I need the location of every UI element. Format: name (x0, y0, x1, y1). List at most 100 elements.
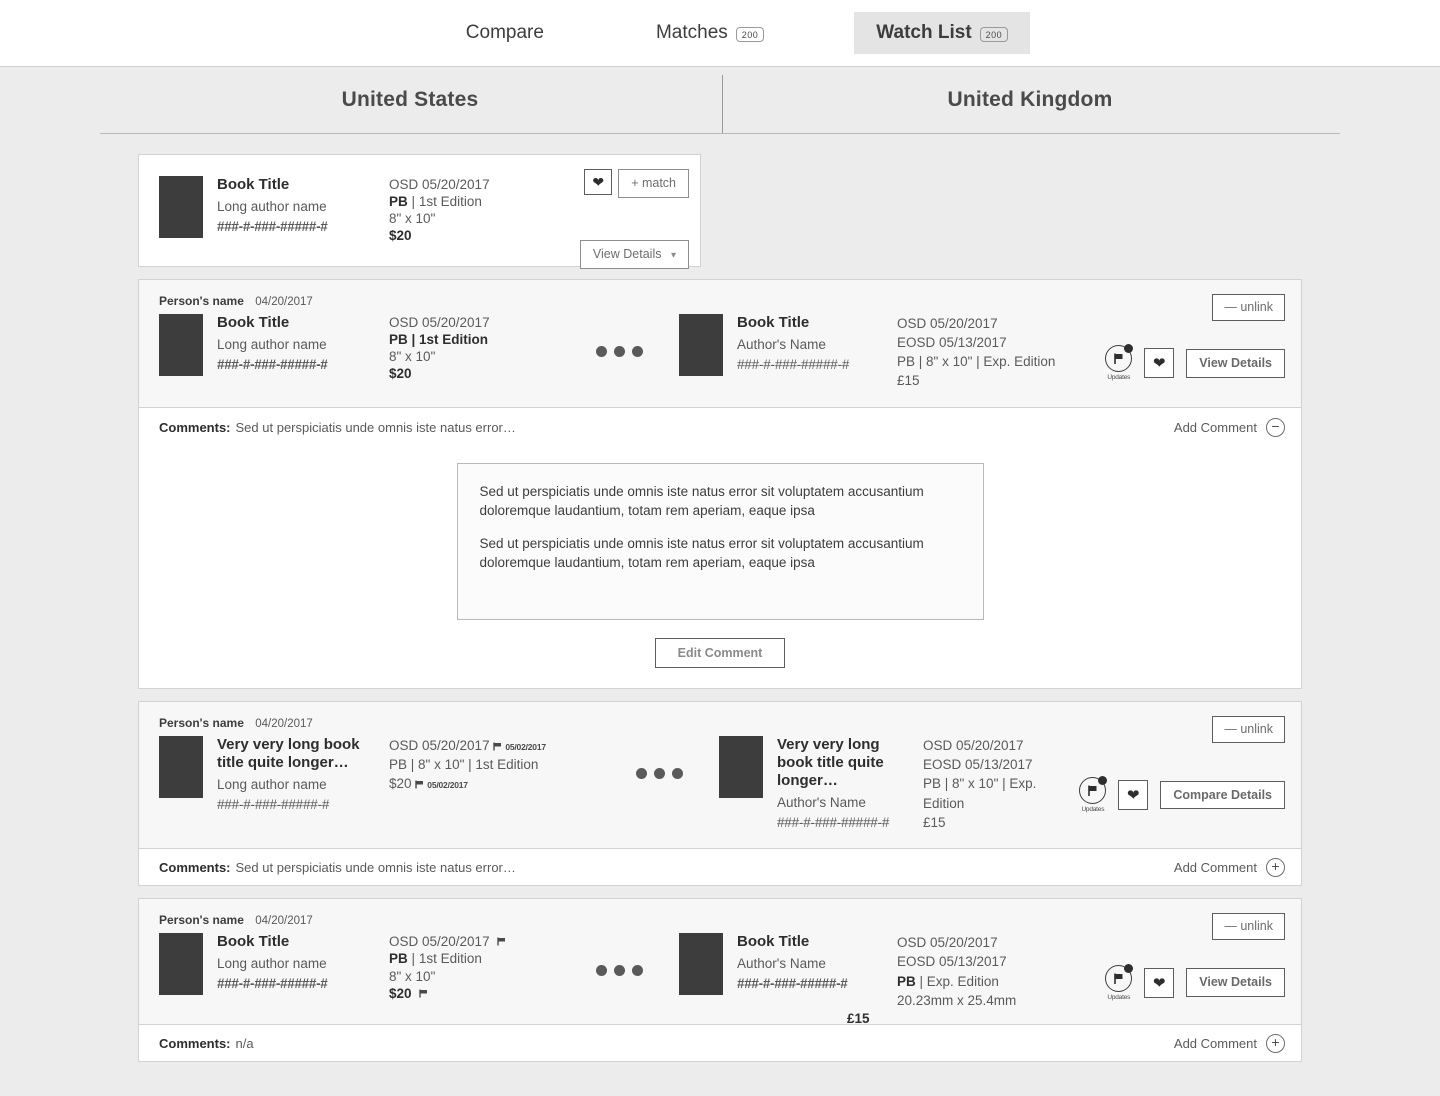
updates-button[interactable]: Updates (1079, 776, 1108, 813)
book-title: Book Title (737, 933, 810, 951)
heart-icon: ❤ (592, 173, 605, 190)
matched-pair-row: Person's name 04/20/2017 — unlink Book T… (138, 898, 1302, 1063)
view-details-button[interactable]: View Details (1186, 349, 1285, 378)
plus-circle-icon: + (1266, 1033, 1285, 1053)
edit-comment-button[interactable]: Edit Comment (654, 637, 786, 669)
book-author: Author's Name (777, 795, 866, 811)
flag-glyph (1088, 785, 1097, 797)
book-title: Book Title (217, 176, 290, 193)
match-connector-dots (559, 933, 679, 977)
comments-label: Comments: (159, 419, 231, 435)
book-price-overflow: £15 (847, 1011, 870, 1027)
unlink-label: unlink (1240, 300, 1273, 314)
dot-icon (631, 965, 643, 977)
tab-watch-list[interactable]: Watch List 200 (854, 12, 1031, 54)
person-date: 04/20/2017 (255, 718, 313, 731)
book-title: Book Title (217, 933, 290, 951)
dot-icon (595, 346, 607, 357)
comments-bar: Comments: Sed ut perspiciatis unde omnis… (139, 406, 1301, 447)
book-metadata: OSD 05/20/2017 05/02/2017 PB | 8" x 10" … (389, 736, 546, 814)
row-person: Person's name 04/20/2017 (139, 913, 1301, 927)
notification-dot-icon (1098, 776, 1108, 786)
updates-button[interactable]: Updates (1105, 344, 1134, 381)
book-title: Book Title (217, 314, 290, 331)
compare-details-button[interactable]: Compare Details (1160, 780, 1285, 810)
book-title: Book Title (737, 314, 810, 331)
favorite-button[interactable]: ❤ (1144, 348, 1175, 379)
book-metadata: OSD 05/20/2017 PB | 1st Edition 8" x 10"… (389, 176, 490, 245)
book-price: £15 (897, 373, 920, 389)
book-isbn: ###-#-###-#####-# (737, 356, 850, 372)
book-price: $20 (389, 985, 412, 1001)
updates-label: Updates (1107, 993, 1131, 1001)
unlink-button[interactable]: — unlink (1212, 716, 1285, 743)
comments-bar: £15 Comments: n/a Add Comment + (139, 1011, 1301, 1062)
book-size: 8" x 10" (389, 349, 436, 365)
book-size: 8" x 10" (389, 211, 436, 227)
book-cover-thumbnail (159, 933, 203, 996)
book-metadata: OSD 05/20/2017 EOSD 05/13/2017 PB | 8" x… (897, 314, 1055, 391)
tab-matches-label: Matches (655, 22, 728, 43)
favorite-button[interactable]: ❤ (584, 169, 613, 195)
updates-button[interactable]: Updates (1105, 963, 1134, 1001)
view-details-dropdown-button[interactable]: View Details ▾ (579, 240, 689, 269)
book-title: Very very long book title quite longer… (217, 736, 360, 772)
book-size: 20.23mm x 25.4mm (897, 992, 1017, 1008)
book-isbn: ###-#-###-#####-# (217, 796, 330, 812)
book-cover-thumbnail (719, 736, 763, 799)
book-price: $20 (389, 776, 412, 792)
tab-watch-list-label: Watch List (876, 22, 972, 43)
flag-icon (1079, 776, 1108, 805)
dot-icon (635, 768, 647, 780)
book-isbn: ###-#-###-#####-# (217, 356, 328, 372)
favorite-button[interactable]: ❤ (1118, 780, 1149, 811)
book-spec: PB | 8" x 10" | 1st Edition (389, 757, 539, 773)
dot-icon (653, 768, 665, 780)
book-metadata: OSD 05/20/2017 PB | 1st Edition 8" x 10"… (389, 314, 490, 383)
view-details-button[interactable]: View Details (1186, 968, 1285, 997)
add-comment-toggle[interactable]: Add Comment − (1174, 417, 1285, 437)
unlink-button[interactable]: — unlink (1212, 913, 1285, 940)
book-isbn: ###-#-###-#####-# (217, 975, 328, 991)
book-metadata: OSD 05/20/2017 EOSD 05/13/2017 PB | Exp.… (897, 933, 1016, 1010)
book-title: Very very long book title quite longer… (777, 736, 884, 790)
tab-matches-badge: 200 (735, 26, 765, 42)
view-details-label: View Details (592, 247, 662, 261)
add-comment-toggle[interactable]: Add Comment + (1174, 857, 1285, 877)
book-isbn: ###-#-###-#####-# (737, 975, 848, 991)
match-connector-dots (559, 314, 679, 357)
flag-icon (493, 742, 502, 751)
comments-label: Comments: (159, 859, 231, 875)
matched-pair-row: Person's name 04/20/2017 — unlink Very v… (138, 701, 1302, 887)
comments-preview: Sed ut perspiciatis unde omnis iste natu… (235, 419, 516, 435)
add-match-button[interactable]: + match (618, 169, 689, 198)
chevron-down-icon: ▾ (670, 250, 676, 261)
comments-bar: Comments: Sed ut perspiciatis unde omnis… (139, 848, 1301, 886)
osd-flag-marker: 05/02/2017 (493, 741, 546, 753)
unlink-button[interactable]: — unlink (1212, 294, 1285, 321)
add-comment-toggle[interactable]: Add Comment + (1174, 1033, 1285, 1053)
book-author: Long author name (217, 777, 327, 793)
tab-compare[interactable]: Compare (444, 12, 566, 54)
book-author: Long author name (217, 337, 327, 352)
plus-circle-icon: + (1266, 857, 1285, 877)
minus-icon: — (1224, 919, 1237, 934)
notification-dot-icon (1124, 963, 1134, 973)
heart-icon: ❤ (1152, 974, 1166, 992)
country-header-row: United States United Kingdom (100, 67, 1340, 134)
unmatched-book-card: Book Title Long author name ###-#-###-##… (138, 154, 701, 269)
comment-textarea[interactable]: Sed ut perspiciatis unde omnis iste natu… (456, 462, 984, 620)
book-osd: OSD 05/20/2017 (389, 934, 490, 950)
minus-circle-icon: − (1266, 417, 1285, 437)
flag-glyph (1114, 973, 1123, 984)
book-format: PB (897, 973, 916, 989)
tab-matches[interactable]: Matches 200 (634, 12, 786, 54)
top-navigation: Compare Matches 200 Watch List 200 (0, 0, 1440, 67)
book-isbn: ###-#-###-#####-# (777, 814, 890, 830)
column-header-left: United States (341, 88, 479, 111)
favorite-button[interactable]: ❤ (1144, 967, 1175, 998)
book-isbn: ###-#-###-#####-# (217, 218, 328, 234)
book-format: PB (389, 194, 408, 210)
matched-pair-row: Person's name 04/20/2017 — unlink Book T… (138, 279, 1302, 690)
book-cover-thumbnail (159, 176, 203, 238)
